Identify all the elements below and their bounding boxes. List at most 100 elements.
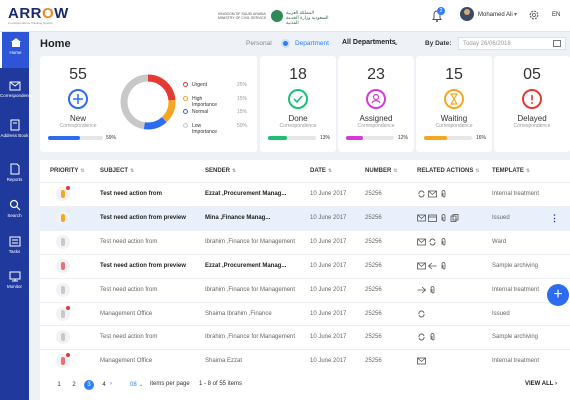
done-count: 18: [289, 66, 307, 83]
assigned-count: 23: [367, 66, 385, 83]
new-correspondence-card[interactable]: 55 New Correspondence 59% Urgent 25% Hig…: [40, 56, 257, 152]
toggle-personal[interactable]: Personal: [246, 40, 272, 47]
date-field[interactable]: Today 26/06/2018: [458, 37, 566, 50]
page-3[interactable]: 3: [84, 380, 94, 390]
app-logo[interactable]: ARROW Correspondence Tracking System: [8, 6, 69, 25]
assigned-card[interactable]: 23 Assigned Correspondence 12%: [338, 56, 414, 152]
copy-icon[interactable]: [450, 213, 459, 222]
assigned-progress-fill: [346, 136, 364, 140]
chevron-down-icon[interactable]: ▾: [514, 11, 517, 18]
alert-icon: [522, 89, 542, 109]
monitor-icon: [9, 271, 20, 282]
done-percent: 13%: [320, 135, 331, 141]
attachment-icon[interactable]: [428, 333, 437, 341]
cell-number: 25256: [365, 262, 382, 269]
sidebar-item-tasks[interactable]: Tasks: [0, 230, 29, 266]
sidebar-item-reports[interactable]: Reports: [0, 158, 29, 194]
sort-icon: ⇅: [393, 168, 398, 174]
calendar-icon[interactable]: [553, 40, 561, 47]
gear-icon[interactable]: [528, 9, 540, 21]
attachment-icon[interactable]: [439, 190, 448, 198]
table-row[interactable]: Test need action from preview Mina ,Finan…: [40, 205, 570, 230]
column-header-priority[interactable]: PRIORITY ⇅: [50, 168, 85, 174]
table-row[interactable]: Test need action from Ibrahim ,Finance fo…: [40, 325, 570, 349]
cell-subject: Management Office: [100, 310, 153, 317]
sort-icon: ⇅: [525, 168, 531, 174]
sidebar-item-search[interactable]: Search: [0, 194, 29, 230]
more-icon[interactable]: ⋮: [550, 213, 559, 224]
table-row[interactable]: Test need action from Ibrahim ,Finance fo…: [40, 229, 570, 254]
chevron-down-icon[interactable]: ⌄: [393, 39, 399, 47]
forward-icon[interactable]: [417, 286, 427, 294]
top-bar: ARROW Correspondence Tracking System KIN…: [0, 0, 570, 32]
sidebar-item-address-book[interactable]: Address Book: [0, 114, 29, 150]
cell-date: 10 June 2017: [310, 310, 347, 317]
reply-icon[interactable]: [427, 262, 437, 270]
sort-icon: ⇅: [232, 168, 237, 174]
cell-number: 25256: [365, 214, 382, 221]
sidebar-item-monitor[interactable]: Monitor: [0, 266, 29, 302]
mail-icon[interactable]: [417, 214, 426, 222]
cell-subject: Management Office: [100, 358, 153, 365]
page-1[interactable]: 1: [54, 380, 64, 390]
attachment-icon[interactable]: [439, 261, 448, 270]
column-header-subject[interactable]: SUBJECT ⇅: [100, 168, 134, 174]
per-page-select[interactable]: 08 ⌄: [130, 381, 143, 388]
delayed-card[interactable]: 05 Delayed Correspondence: [494, 56, 570, 152]
column-header-number[interactable]: NUMBER ⇅: [365, 168, 398, 174]
column-header-related-actions[interactable]: RELATED ACTIONS ⇅: [417, 168, 480, 174]
hourglass-icon: [444, 89, 464, 109]
refresh-icon[interactable]: [417, 333, 426, 341]
cell-template: Internal treatment: [492, 191, 540, 197]
sidebar-item-correspondence[interactable]: Correspondence: [0, 76, 33, 112]
table-row[interactable]: Test need action from Ibrahim ,Finance fo…: [40, 277, 570, 302]
table-row[interactable]: Management Office Shaima Ibrahim ,Finance…: [40, 301, 570, 326]
sort-icon: ⇅: [475, 168, 480, 174]
table-row[interactable]: Test need action from Ezzat ,Procurement …: [40, 182, 570, 206]
tasks-icon: [9, 236, 20, 247]
next-page-icon[interactable]: ›: [110, 381, 112, 387]
delayed-subtitle: Correspondence: [513, 123, 551, 129]
mail-icon[interactable]: [417, 262, 426, 270]
cell-subject: Test need action from: [100, 286, 158, 293]
notification-badge: 2: [437, 7, 445, 15]
user-name[interactable]: Mohamed Ali: [478, 12, 513, 18]
cell-date: 10 June 2017: [310, 191, 347, 197]
cell-sender: Ibrahim ,Finance for Management: [205, 286, 296, 293]
mail-icon[interactable]: [417, 238, 426, 246]
waiting-card[interactable]: 15 Waiting Correspondence 16%: [416, 56, 492, 152]
unread-dot-icon: [66, 353, 70, 358]
table-row[interactable]: Test need action from preview Ezzat ,Proc…: [40, 253, 570, 278]
logo-text: ARROW: [8, 5, 69, 22]
cell-template: Issued: [492, 214, 510, 221]
view-all-link[interactable]: VIEW ALL ›: [525, 381, 557, 387]
page-2[interactable]: 2: [69, 380, 79, 390]
waiting-percent: 16%: [476, 135, 487, 141]
attachment-icon[interactable]: [439, 237, 448, 246]
toggle-department[interactable]: Department: [295, 40, 329, 47]
column-header-date[interactable]: DATE ⇅: [310, 168, 332, 174]
refresh-icon[interactable]: [428, 238, 437, 246]
column-header-sender[interactable]: SENDER ⇅: [205, 168, 236, 174]
refresh-icon[interactable]: [417, 310, 426, 318]
attachment-icon[interactable]: [428, 285, 437, 294]
department-select[interactable]: All Departments: [342, 39, 396, 46]
refresh-icon[interactable]: [417, 190, 426, 198]
priority-icon: [56, 258, 70, 273]
add-correspondence-button[interactable]: +: [547, 284, 569, 306]
done-card[interactable]: 18 Done Correspondence 13%: [260, 56, 336, 152]
attachment-icon[interactable]: [439, 214, 448, 222]
column-header-template[interactable]: TEMPLATE ⇅: [492, 168, 530, 174]
done-subtitle: Correspondence: [279, 123, 317, 129]
page-4[interactable]: 4: [99, 380, 109, 390]
scope-toggle[interactable]: [281, 39, 290, 48]
language-switch[interactable]: EN: [552, 12, 560, 18]
page-title: Home: [40, 38, 71, 50]
calendar-icon[interactable]: [428, 214, 437, 222]
mail-icon[interactable]: [428, 190, 437, 198]
table-row[interactable]: Management Office Shaima Ezzat 10 June 201…: [40, 349, 570, 373]
mail-icon[interactable]: [417, 357, 426, 365]
cell-date: 10 June 2017: [310, 286, 347, 293]
sidebar-item-home[interactable]: Home: [0, 32, 29, 68]
avatar[interactable]: [460, 7, 474, 21]
